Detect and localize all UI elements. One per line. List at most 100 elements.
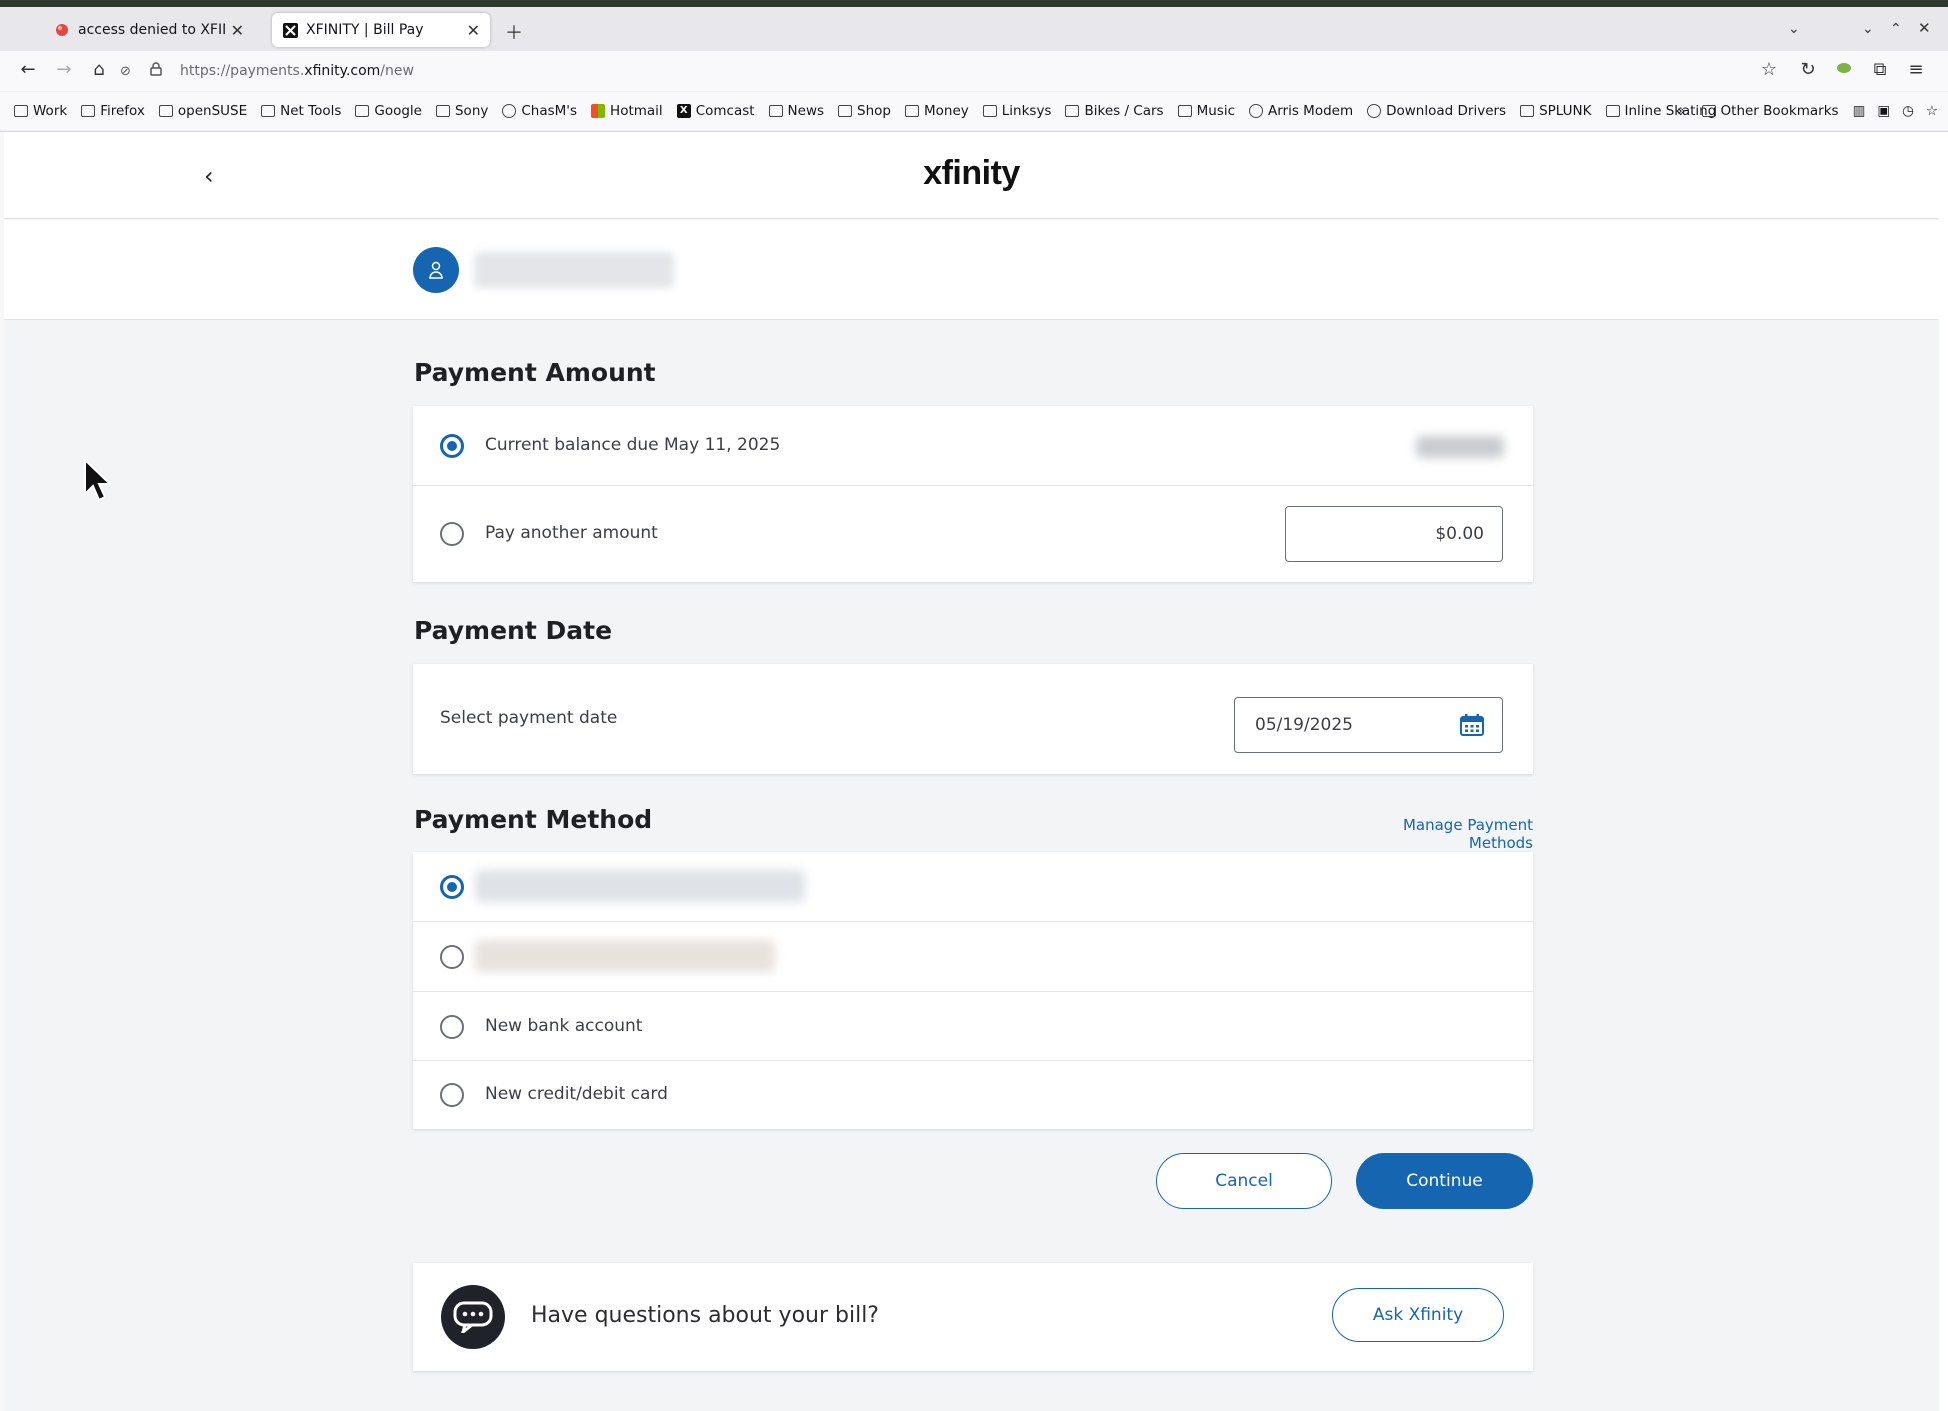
bookmark-bikes-cars[interactable]: Bikes / Cars	[1065, 103, 1164, 119]
manage-payment-methods-link[interactable]: Manage Payment Methods	[1344, 816, 1533, 852]
ask-xfinity-button[interactable]: Ask Xfinity	[1332, 1288, 1504, 1342]
xfinity-favicon-icon	[282, 22, 298, 38]
new-bank-row[interactable]: New bank account	[413, 992, 1533, 1061]
other-amount-label: Pay another amount	[485, 523, 658, 543]
folder-icon	[158, 105, 173, 117]
navigation-bar: ← → ⌂ ⊘ https://payments. xfinity.com/new…	[0, 51, 1948, 91]
folder-icon	[355, 105, 370, 117]
bookmark-splunk[interactable]: SPLUNK	[1520, 103, 1592, 119]
back-icon[interactable]: ←	[16, 59, 40, 80]
folder-icon	[1701, 105, 1716, 117]
window-top-strip	[0, 0, 1948, 7]
payment-amount-title: Payment Amount	[414, 358, 656, 387]
tab-access-denied[interactable]: access denied to XFINITY.com ✕	[44, 13, 254, 47]
bookmark-news[interactable]: News	[768, 103, 824, 119]
minimize-icon[interactable]: ⌄	[1862, 21, 1874, 37]
avatar	[413, 247, 459, 293]
payment-date-card: Select payment date 05/19/2025	[413, 664, 1533, 774]
bookmark-work[interactable]: Work	[14, 103, 67, 119]
bookmark-firefox[interactable]: Firefox	[81, 103, 145, 119]
folder-icon	[1065, 105, 1080, 117]
bookmark-net-tools[interactable]: Net Tools	[261, 103, 341, 119]
saved-method-row-2[interactable]	[413, 922, 1533, 992]
bookmark-hotmail[interactable]: Hotmail	[591, 103, 663, 119]
home-icon[interactable]: ⌂	[87, 59, 111, 80]
bookmark-other-bookmarks[interactable]: Other Bookmarks	[1701, 103, 1839, 119]
chevron-more-icon[interactable]: »	[1677, 103, 1685, 119]
reading-list-icon[interactable]: ☆	[1926, 103, 1938, 119]
help-question: Have questions about your bill?	[531, 1303, 879, 1328]
bookmark-star-icon[interactable]: ☆	[1757, 59, 1781, 80]
current-balance-row[interactable]: Current balance due May 11, 2025	[413, 406, 1533, 486]
tracking-shield-icon[interactable]: ⊘	[120, 64, 140, 79]
cancel-button[interactable]: Cancel	[1156, 1153, 1332, 1209]
account-name-redacted	[474, 252, 674, 288]
bookmark-music[interactable]: Music	[1177, 103, 1235, 119]
bookmark-linksys[interactable]: Linksys	[982, 103, 1051, 119]
forward-icon[interactable]: →	[52, 59, 76, 80]
bookmark-sony[interactable]: Sony	[435, 103, 488, 119]
new-card-radio[interactable]	[440, 1083, 464, 1107]
lock-icon[interactable]	[150, 62, 170, 80]
url-prefix: https://payments.	[180, 63, 305, 79]
url-host: xfinity.com	[304, 63, 381, 79]
bookmark-money[interactable]: Money	[905, 103, 969, 119]
history-clock-icon[interactable]: ◷	[1902, 103, 1914, 119]
xfinity-logo[interactable]: xfinity	[4, 154, 1939, 193]
other-amount-radio[interactable]	[440, 522, 464, 546]
calendar-icon[interactable]	[1460, 714, 1484, 741]
bookmark-arris-modem[interactable]: Arris Modem	[1249, 103, 1353, 119]
address-bar[interactable]: ⊘ https://payments. xfinity.com/new	[120, 55, 1790, 87]
continue-button[interactable]: Continue	[1356, 1153, 1533, 1209]
close-icon[interactable]: ✕	[231, 21, 244, 40]
folder-icon	[435, 105, 450, 117]
browser-chrome: access denied to XFINITY.com ✕ XFINITY |…	[0, 0, 1948, 132]
select-date-label: Select payment date	[440, 708, 618, 728]
new-card-row[interactable]: New credit/debit card	[413, 1061, 1533, 1129]
bookmark-opensuse[interactable]: openSUSE	[158, 103, 247, 119]
close-icon[interactable]: ✕	[467, 21, 480, 40]
tab-bill-pay[interactable]: XFINITY | Bill Pay ✕	[272, 13, 490, 47]
payment-method-card: New bank account New credit/debit card	[413, 852, 1533, 1129]
reload-icon[interactable]: ↻	[1796, 59, 1820, 80]
maximize-icon[interactable]: ⌃	[1890, 21, 1902, 37]
balance-amount-redacted	[1416, 436, 1504, 458]
bookmark-chasms[interactable]: ChasM's	[502, 103, 577, 119]
folder-icon	[768, 105, 783, 117]
url-path: /new	[380, 63, 414, 79]
help-card: Have questions about your bill? Ask Xfin…	[413, 1263, 1533, 1371]
menu-icon[interactable]: ≡	[1904, 59, 1928, 80]
payment-amount-card: Current balance due May 11, 2025 Pay ano…	[413, 406, 1533, 582]
window-close-icon[interactable]: ✕	[1918, 19, 1931, 37]
saved-method-radio-1[interactable]	[440, 875, 464, 899]
globe-icon	[502, 104, 517, 118]
folder-icon	[1520, 105, 1535, 117]
bookmark-download-drivers[interactable]: Download Drivers	[1367, 103, 1506, 119]
bookmark-google[interactable]: Google	[355, 103, 422, 119]
extension-icon[interactable]	[1832, 59, 1856, 80]
bookmark-shop[interactable]: Shop	[838, 103, 891, 119]
other-amount-input[interactable]: $0.00	[1285, 506, 1503, 562]
user-icon	[429, 261, 443, 279]
other-amount-row[interactable]: Pay another amount $0.00	[413, 486, 1533, 582]
new-card-label: New credit/debit card	[485, 1084, 668, 1104]
bookmark-comcast[interactable]: X Comcast	[676, 103, 755, 119]
payment-date-input[interactable]: 05/19/2025	[1234, 697, 1503, 753]
folder-icon	[905, 105, 919, 117]
saved-method-radio-2[interactable]	[440, 945, 464, 969]
saved-method-redacted-2	[475, 940, 775, 972]
current-balance-radio[interactable]	[440, 434, 464, 458]
extensions-puzzle-icon[interactable]: ⧉	[1868, 59, 1892, 80]
bookmarks-toolbar: Work Firefox openSUSE Net Tools Google S…	[0, 92, 1948, 130]
bookmarks-right-group: » Other Bookmarks ▥ ▣ ◷ ☆	[1677, 92, 1938, 130]
list-tabs-icon[interactable]: ⌄	[1788, 21, 1800, 37]
mouse-cursor-icon	[83, 457, 113, 506]
new-bank-radio[interactable]	[440, 1015, 464, 1039]
sidebar-icon[interactable]: ▥	[1853, 103, 1866, 119]
saved-method-row-1[interactable]	[413, 852, 1533, 922]
folder-icon	[1605, 105, 1620, 117]
new-tab-icon[interactable]: ＋	[505, 19, 523, 45]
new-bank-label: New bank account	[485, 1016, 643, 1036]
synced-tabs-icon[interactable]: ▣	[1877, 103, 1890, 119]
globe-icon	[1367, 104, 1382, 118]
